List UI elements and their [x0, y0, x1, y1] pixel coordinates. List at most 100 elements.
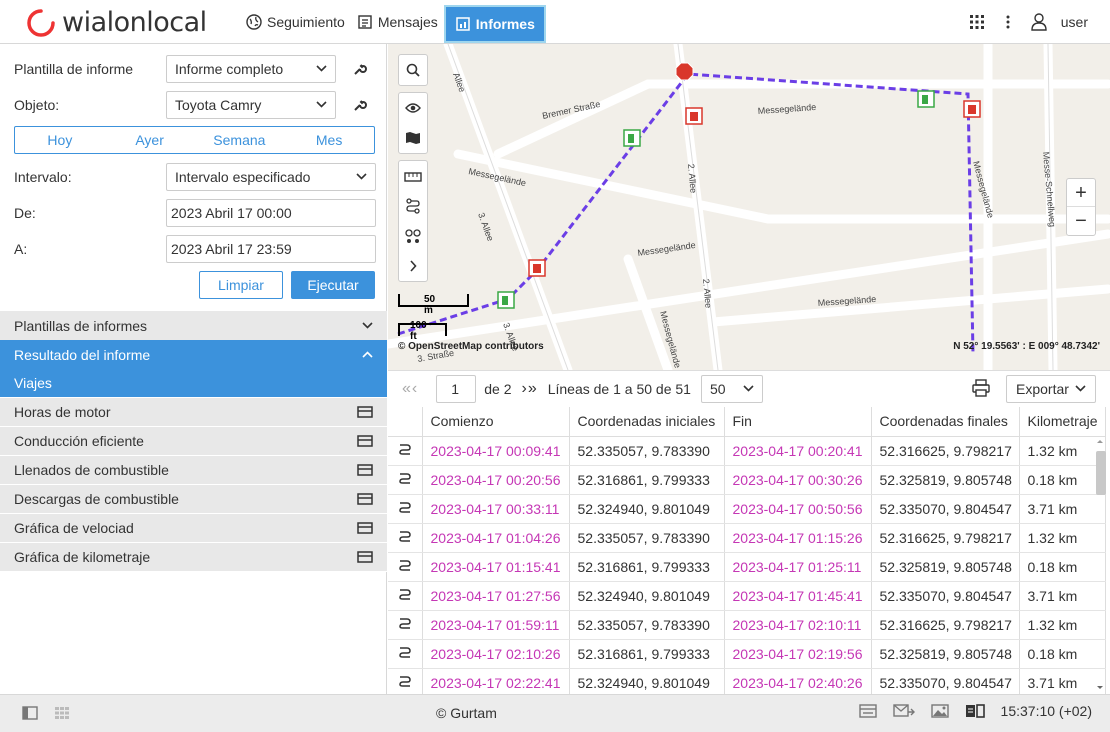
scroll-thumb[interactable]: [1096, 451, 1106, 495]
panel-toggle-icon[interactable]: [22, 706, 38, 720]
user-icon[interactable]: [1031, 13, 1047, 31]
from-date-input[interactable]: 2023 Abril 17 00:00: [166, 199, 376, 227]
zoom-in-button[interactable]: +: [1067, 179, 1095, 207]
start-time[interactable]: 2023-04-17 00:09:41: [422, 436, 570, 466]
period-week[interactable]: Semana: [195, 127, 285, 153]
table-row[interactable]: 2023-04-17 00:09:41 52.335057, 9.783390 …: [388, 436, 1106, 466]
table-row[interactable]: 2023-04-17 01:04:26 52.335057, 9.783390 …: [388, 523, 1106, 553]
scroll-up-icon[interactable]: [1094, 437, 1106, 445]
result-item-speed-chart[interactable]: Gráfica de velociad: [0, 514, 387, 543]
notifications-icon[interactable]: [858, 703, 877, 719]
table-row[interactable]: 2023-04-17 01:59:11 52.335057, 9.783390 …: [388, 610, 1106, 640]
table-view-icon[interactable]: [357, 406, 373, 418]
export-button[interactable]: Exportar: [1006, 375, 1096, 403]
map-canvas[interactable]: Bremer Straße Messegelände Messegelände …: [388, 44, 1110, 370]
start-time[interactable]: 2023-04-17 01:27:56: [422, 581, 570, 611]
period-month[interactable]: Mes: [284, 127, 374, 153]
result-item-fuel-fillings[interactable]: Llenados de combustible: [0, 456, 387, 485]
more-vertical-icon[interactable]: [1005, 14, 1011, 30]
trip-icon[interactable]: [388, 494, 423, 524]
start-time[interactable]: 2023-04-17 00:33:11: [422, 494, 570, 524]
end-time[interactable]: 2023-04-17 00:30:26: [724, 465, 872, 495]
period-today[interactable]: Hoy: [15, 127, 105, 153]
table-view-icon[interactable]: [357, 551, 373, 563]
table-row[interactable]: 2023-04-17 02:10:26 52.316861, 9.799333 …: [388, 639, 1106, 669]
trip-icon[interactable]: [388, 436, 423, 466]
map-search-icon[interactable]: [399, 55, 427, 85]
geofence-icon[interactable]: [399, 221, 427, 251]
nav-tracking[interactable]: Seguimiento: [240, 0, 351, 44]
trip-icon[interactable]: [388, 465, 423, 495]
period-yesterday[interactable]: Ayer: [105, 127, 195, 153]
trip-icon[interactable]: [388, 668, 423, 698]
nav-messages[interactable]: Mensajes: [351, 0, 444, 44]
table-view-icon[interactable]: [357, 493, 373, 505]
table-view-icon[interactable]: [357, 435, 373, 447]
result-item-fuel-drains[interactable]: Descargas de combustible: [0, 485, 387, 514]
grid-layout-icon[interactable]: [54, 706, 70, 720]
clear-button[interactable]: Limpiar: [199, 271, 283, 299]
start-time[interactable]: 2023-04-17 01:15:41: [422, 552, 570, 582]
end-time[interactable]: 2023-04-17 01:15:26: [724, 523, 872, 553]
trip-icon[interactable]: [388, 610, 423, 640]
eye-icon[interactable]: [399, 93, 427, 123]
end-time[interactable]: 2023-04-17 01:25:11: [724, 552, 872, 582]
end-time[interactable]: 2023-04-17 02:19:56: [724, 639, 872, 669]
end-time[interactable]: 2023-04-17 02:10:11: [724, 610, 872, 640]
table-view-icon[interactable]: [357, 522, 373, 534]
result-item-mileage-chart[interactable]: Gráfica de kilometraje: [0, 543, 387, 572]
chevron-right-icon[interactable]: [399, 251, 427, 281]
trip-icon[interactable]: [388, 639, 423, 669]
user-name[interactable]: user: [1061, 14, 1088, 30]
mail-send-icon[interactable]: [892, 703, 915, 719]
templates-section-header[interactable]: Plantillas de informes: [0, 311, 387, 340]
start-time[interactable]: 2023-04-17 02:10:26: [422, 639, 570, 669]
map-layers-icon[interactable]: [399, 123, 427, 153]
object-select[interactable]: Toyota Camry: [166, 91, 336, 119]
template-select[interactable]: Informe completo: [166, 55, 336, 83]
start-time[interactable]: 2023-04-17 00:20:56: [422, 465, 570, 495]
trip-icon[interactable]: [388, 552, 423, 582]
map-attribution[interactable]: © OpenStreetMap contributors: [398, 341, 544, 352]
print-icon[interactable]: [972, 379, 990, 400]
end-time[interactable]: 2023-04-17 00:50:56: [724, 494, 872, 524]
table-row[interactable]: 2023-04-17 00:20:56 52.316861, 9.799333 …: [388, 465, 1106, 495]
rows-per-page-select[interactable]: 50: [700, 375, 763, 403]
wrench-icon[interactable]: [353, 98, 367, 112]
wrench-icon[interactable]: [353, 62, 367, 76]
start-time[interactable]: 2023-04-17 01:04:26: [422, 523, 570, 553]
column-header[interactable]: Coordenadas iniciales: [569, 407, 725, 437]
table-row[interactable]: 2023-04-17 01:15:41 52.316861, 9.799333 …: [388, 552, 1106, 582]
start-time[interactable]: 2023-04-17 01:59:11: [422, 610, 570, 640]
column-header[interactable]: Coordenadas finales: [871, 407, 1020, 437]
dashboard-icon[interactable]: [965, 704, 985, 718]
ruler-icon[interactable]: [399, 161, 427, 191]
zoom-out-button[interactable]: −: [1067, 207, 1095, 235]
table-row[interactable]: 2023-04-17 01:27:56 52.324940, 9.801049 …: [388, 581, 1106, 611]
first-prev-page-icon[interactable]: «‹: [402, 380, 418, 398]
result-item-engine-hours[interactable]: Horas de motor: [0, 398, 387, 427]
column-header[interactable]: Comienzo: [422, 407, 570, 437]
end-time[interactable]: 2023-04-17 01:45:41: [724, 581, 872, 611]
table-view-icon[interactable]: [357, 464, 373, 476]
nav-reports[interactable]: Informes: [443, 5, 546, 43]
trip-icon[interactable]: [388, 581, 423, 611]
result-item-eco-driving[interactable]: Conducción eficiente: [0, 427, 387, 456]
interval-select[interactable]: Intervalo especificado: [166, 163, 376, 191]
column-header[interactable]: Fin: [724, 407, 872, 437]
page-number-input[interactable]: 1: [436, 375, 477, 403]
apps-grid-icon[interactable]: [969, 14, 985, 30]
end-time[interactable]: 2023-04-17 00:20:41: [724, 436, 872, 466]
to-date-input[interactable]: 2023 Abril 17 23:59: [166, 235, 376, 263]
image-icon[interactable]: [930, 703, 949, 719]
table-row[interactable]: 2023-04-17 02:22:41 52.324940, 9.801049 …: [388, 668, 1106, 698]
result-item-trips[interactable]: Viajes: [0, 369, 387, 398]
wialon-logo[interactable]: wialonlocal: [26, 8, 207, 38]
trip-icon[interactable]: [388, 523, 423, 553]
route-icon[interactable]: [399, 191, 427, 221]
execute-button[interactable]: Ejecutar: [291, 271, 375, 299]
table-row[interactable]: 2023-04-17 00:33:11 52.324940, 9.801049 …: [388, 494, 1106, 524]
scroll-down-icon[interactable]: [1094, 684, 1106, 692]
start-time[interactable]: 2023-04-17 02:22:41: [422, 668, 570, 698]
table-scrollbar[interactable]: [1094, 437, 1106, 692]
